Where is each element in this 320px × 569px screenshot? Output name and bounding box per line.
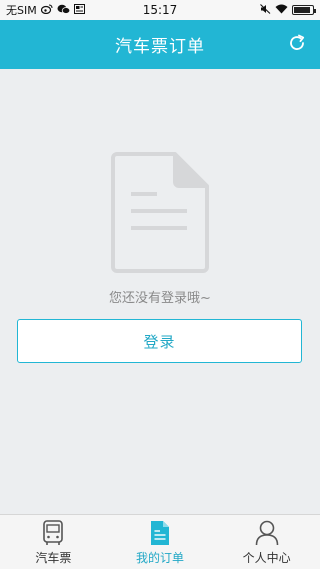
document-icon bbox=[111, 152, 209, 273]
wifi-icon bbox=[275, 4, 288, 16]
battery-level bbox=[294, 7, 311, 13]
status-left: 无SIM bbox=[6, 2, 85, 18]
page-title: 汽车票订单 bbox=[115, 37, 205, 57]
tab-my-orders[interactable]: 我的订单 bbox=[107, 515, 214, 569]
login-button[interactable]: 登录 bbox=[17, 319, 302, 363]
person-icon bbox=[255, 520, 279, 546]
tab-label: 我的订单 bbox=[136, 551, 185, 565]
carrier-text: 无SIM bbox=[6, 4, 37, 17]
order-document-icon bbox=[148, 520, 172, 546]
tab-label: 汽车票 bbox=[35, 551, 72, 565]
status-bar: 无SIM 15:17 bbox=[0, 0, 320, 20]
app-header: 汽车票订单 bbox=[0, 20, 320, 69]
tab-bar: 汽车票 我的订单 个人中心 bbox=[0, 514, 320, 569]
mute-icon bbox=[260, 4, 271, 16]
bus-icon bbox=[41, 520, 65, 546]
tab-personal-center[interactable]: 个人中心 bbox=[213, 515, 320, 569]
tab-label: 个人中心 bbox=[242, 551, 291, 565]
refresh-button[interactable] bbox=[286, 34, 308, 56]
empty-state-message: 您还没有登录哦~ bbox=[109, 291, 211, 306]
battery-icon bbox=[292, 5, 316, 15]
wechat-icon bbox=[57, 4, 70, 16]
news-icon bbox=[73, 4, 85, 16]
refresh-icon bbox=[287, 33, 307, 57]
status-right bbox=[260, 4, 316, 16]
tab-bus-tickets[interactable]: 汽车票 bbox=[0, 515, 107, 569]
weibo-icon bbox=[40, 4, 53, 16]
